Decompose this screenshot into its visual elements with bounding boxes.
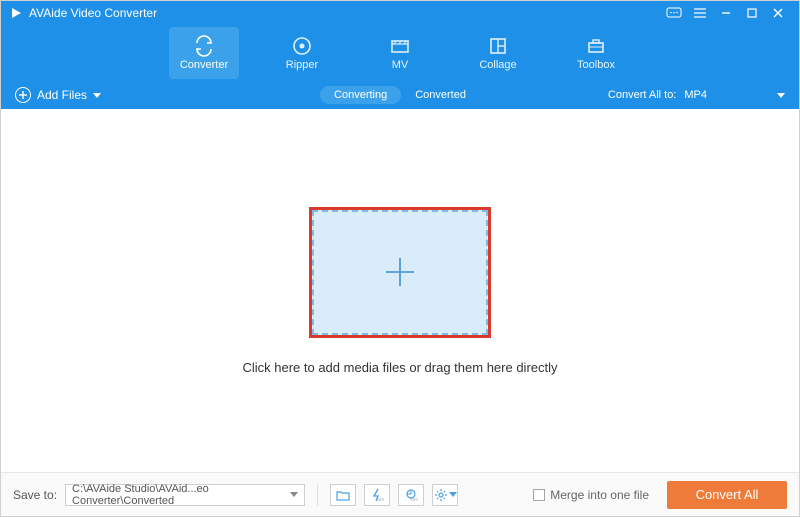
save-path-select[interactable]: C:\AVAide Studio\AVAid...eo Converter\Co… (65, 484, 305, 506)
maximize-button[interactable] (739, 1, 765, 25)
nav-label: MV (392, 59, 409, 71)
nav-ripper[interactable]: Ripper (267, 27, 337, 79)
high-speed-button[interactable]: OFF (398, 484, 424, 506)
mv-icon (389, 35, 411, 57)
dropzone-hint: Click here to add media files or drag th… (242, 360, 557, 375)
nav-label: Toolbox (577, 59, 615, 71)
plus-circle-icon (15, 87, 31, 103)
nav-converter[interactable]: Converter (169, 27, 239, 79)
tab-converted[interactable]: Converted (401, 86, 480, 104)
main-area: Click here to add media files or drag th… (1, 109, 799, 472)
feedback-icon[interactable] (661, 1, 687, 25)
merge-label: Merge into one file (550, 488, 649, 502)
hw-accel-button[interactable]: OFF (364, 484, 390, 506)
convert-all-to-label: Convert All to: (608, 89, 676, 101)
titlebar: AVAide Video Converter (1, 1, 799, 25)
settings-button[interactable] (432, 484, 458, 506)
status-tabs: Converting Converted (320, 86, 480, 104)
svg-text:OFF: OFF (411, 497, 418, 502)
output-format-value: MP4 (684, 89, 707, 101)
close-button[interactable] (765, 1, 791, 25)
highlight-frame (309, 207, 491, 338)
svg-text:OFF: OFF (377, 497, 384, 502)
app-title: AVAide Video Converter (29, 6, 661, 20)
nav-label: Collage (479, 59, 516, 71)
chevron-down-icon (290, 492, 298, 497)
toolbox-icon (585, 35, 607, 57)
ripper-icon (291, 35, 313, 57)
nav-collage[interactable]: Collage (463, 27, 533, 79)
divider (317, 484, 318, 506)
menu-icon[interactable] (687, 1, 713, 25)
chevron-down-icon (449, 492, 457, 497)
nav-label: Converter (180, 59, 228, 71)
dropzone[interactable] (312, 210, 488, 335)
convert-all-to: Convert All to: MP4 (608, 89, 785, 101)
save-path-value: C:\AVAide Studio\AVAid...eo Converter\Co… (72, 483, 290, 507)
minimize-button[interactable] (713, 1, 739, 25)
open-folder-button[interactable] (330, 484, 356, 506)
app-logo-icon (9, 6, 23, 20)
chevron-down-icon (777, 93, 785, 98)
chevron-down-icon (93, 93, 101, 98)
output-format-select[interactable]: MP4 (684, 89, 785, 101)
tab-converting[interactable]: Converting (320, 86, 401, 104)
convert-all-button[interactable]: Convert All (667, 481, 787, 509)
app-window: AVAide Video Converter Converter (0, 0, 800, 517)
main-nav: Converter Ripper MV Collage Toolbox (1, 25, 799, 81)
toolbar: Add Files Converting Converted Convert A… (1, 81, 799, 109)
nav-toolbox[interactable]: Toolbox (561, 27, 631, 79)
converter-icon (193, 35, 215, 57)
add-files-button[interactable]: Add Files (15, 87, 101, 103)
nav-label: Ripper (286, 59, 318, 71)
collage-icon (487, 35, 509, 57)
merge-checkbox[interactable]: Merge into one file (533, 488, 649, 502)
add-files-label: Add Files (37, 88, 87, 102)
checkbox-icon (533, 489, 545, 501)
nav-mv[interactable]: MV (365, 27, 435, 79)
save-to-label: Save to: (13, 488, 57, 502)
bottom-bar: Save to: C:\AVAide Studio\AVAid...eo Con… (1, 472, 799, 516)
plus-icon (378, 250, 422, 294)
